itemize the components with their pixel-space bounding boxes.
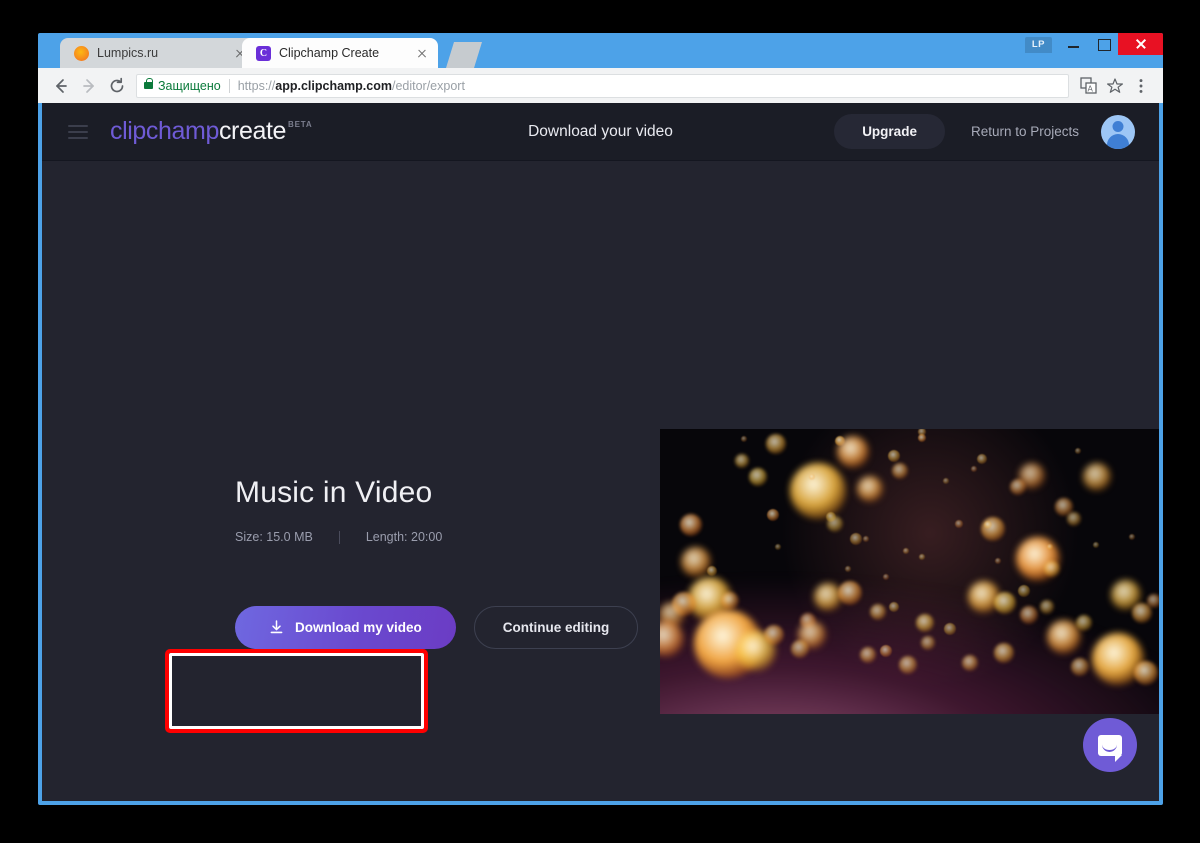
svg-text:A: A <box>1088 84 1094 93</box>
app-header: clipchamp create BETA Download your video … <box>42 103 1159 161</box>
chat-support-button[interactable] <box>1083 718 1137 772</box>
logo-clipchamp-text: clipchamp <box>110 117 219 146</box>
hamburger-menu-icon[interactable] <box>68 125 88 139</box>
browser-tab-title: Clipchamp Create <box>279 46 414 60</box>
browser-tab-title: Lumpics.ru <box>97 46 232 60</box>
url-host: app.clipchamp.com <box>275 79 392 93</box>
security-label: Защищено <box>158 79 221 93</box>
omnibox-divider <box>229 79 230 93</box>
window-controls: LP <box>1025 33 1163 63</box>
chat-bubble-icon <box>1098 735 1122 756</box>
chrome-menu-icon[interactable] <box>1129 74 1153 98</box>
close-window-button[interactable] <box>1118 33 1163 55</box>
download-my-video-button[interactable]: Download my video <box>235 606 456 649</box>
new-tab-button[interactable] <box>446 42 482 68</box>
beta-badge: BETA <box>288 120 312 129</box>
back-icon[interactable] <box>48 73 74 99</box>
clipchamp-logo[interactable]: clipchamp create BETA <box>110 117 312 146</box>
minimize-button[interactable] <box>1058 33 1088 55</box>
video-metadata: Size: 15.0 MB Length: 20:00 <box>235 530 442 544</box>
browser-tab-lumpics[interactable]: Lumpics.ru <box>60 38 256 68</box>
browser-window: Lumpics.ru C Clipchamp Create LP Защищен… <box>38 33 1163 805</box>
lumpics-favicon-icon <box>74 46 89 61</box>
bookmark-star-icon[interactable] <box>1103 74 1127 98</box>
chat-smile-icon <box>1102 744 1117 752</box>
lock-icon <box>144 82 153 89</box>
avatar[interactable] <box>1101 115 1135 149</box>
annotation-highlight-box <box>165 649 428 733</box>
page-title: Download your video <box>528 123 673 141</box>
continue-editing-button[interactable]: Continue editing <box>474 606 638 649</box>
url-path: /editor/export <box>392 79 465 93</box>
browser-toolbar: Защищено https:// app.clipchamp.com /edi… <box>38 68 1163 103</box>
export-info-panel: Music in Video Size: 15.0 MB Length: 20:… <box>235 476 442 544</box>
upgrade-button[interactable]: Upgrade <box>834 114 945 149</box>
profile-badge[interactable]: LP <box>1025 37 1052 53</box>
close-icon[interactable] <box>414 45 430 61</box>
video-size-label: Size: 15.0 MB <box>235 530 313 544</box>
tab-strip: Lumpics.ru C Clipchamp Create LP <box>38 33 1163 68</box>
page-viewport: clipchamp create BETA Download your video … <box>42 103 1159 801</box>
metadata-divider <box>339 531 340 544</box>
forward-icon[interactable] <box>76 73 102 99</box>
return-to-projects-link[interactable]: Return to Projects <box>971 124 1079 139</box>
address-bar[interactable]: Защищено https:// app.clipchamp.com /edi… <box>136 74 1069 98</box>
download-icon <box>269 620 284 635</box>
clipchamp-favicon-icon: C <box>256 46 271 61</box>
translate-icon[interactable]: A <box>1077 74 1101 98</box>
main-content: Music in Video Size: 15.0 MB Length: 20:… <box>42 161 1159 800</box>
video-title: Music in Video <box>235 476 442 510</box>
logo-create-text: create <box>219 117 286 146</box>
video-length-label: Length: 20:00 <box>366 530 442 544</box>
video-preview-thumbnail[interactable] <box>660 429 1159 714</box>
maximize-button[interactable] <box>1088 33 1118 55</box>
header-actions: Upgrade Return to Projects <box>834 114 1159 149</box>
url-scheme: https:// <box>238 79 276 93</box>
reload-icon[interactable] <box>104 73 130 99</box>
export-action-buttons: Download my video Continue editing <box>235 606 638 649</box>
browser-tab-clipchamp[interactable]: C Clipchamp Create <box>242 38 438 68</box>
download-button-label: Download my video <box>295 620 422 635</box>
